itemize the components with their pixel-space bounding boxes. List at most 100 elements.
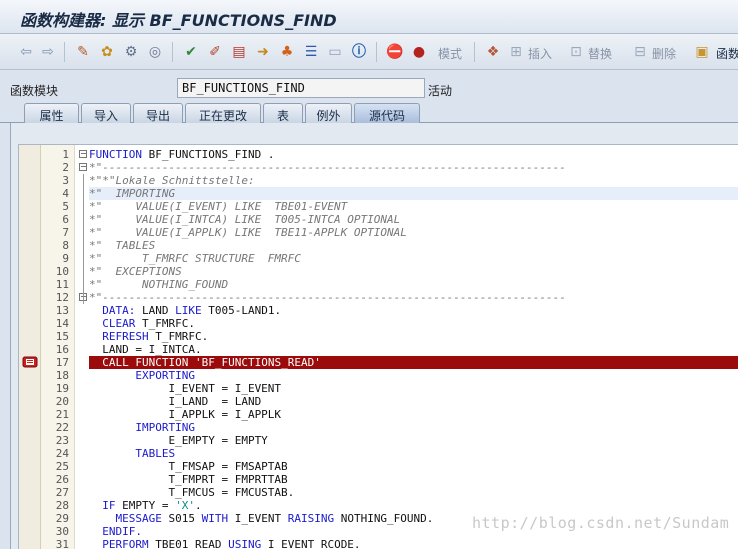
breakpoint-icon[interactable] bbox=[22, 356, 38, 368]
code-text: *"--------------------------------------… bbox=[89, 291, 566, 304]
insert-button[interactable]: 插入 bbox=[528, 45, 552, 62]
navigation-icon[interactable]: ➜ bbox=[254, 42, 272, 62]
code-text: PERFORM TBE01_READ USING I_EVENT RCODE. bbox=[102, 538, 361, 549]
code-text: ENDIF. bbox=[102, 525, 142, 538]
line-number: 27 bbox=[55, 486, 69, 499]
function-module-field[interactable]: BF_FUNCTIONS_FIND bbox=[177, 78, 425, 98]
test-icon[interactable]: ✔ bbox=[182, 42, 200, 62]
tab-tables[interactable]: 表 bbox=[263, 103, 303, 123]
toggle-display-change-icon[interactable]: ✎ bbox=[74, 42, 92, 62]
code-line[interactable]: 11 *" NOTHING_FOUND bbox=[19, 278, 738, 291]
function-button[interactable]: 函数 bbox=[716, 45, 738, 62]
delete-icon[interactable]: ⊟ bbox=[632, 42, 648, 62]
code-text: LAND = I_INTCA. bbox=[89, 343, 202, 356]
code-text: TABLES bbox=[135, 447, 176, 460]
code-text: *" VALUE(I_APPLK) LIKE TBE11-APPLK OPTIO… bbox=[89, 226, 407, 239]
code-line[interactable]: 20 I_LAND = LAND bbox=[19, 395, 738, 408]
tab-source-code[interactable]: 源代码 bbox=[354, 103, 420, 123]
forward-arrow-icon[interactable]: ⇨ bbox=[40, 42, 56, 62]
tab-attributes[interactable]: 属性 bbox=[24, 103, 79, 123]
code-line[interactable]: 1 FUNCTION BF_FUNCTIONS_FIND . bbox=[19, 148, 738, 161]
code-editor[interactable]: 1 FUNCTION BF_FUNCTIONS_FIND . 2 *"--------… bbox=[18, 144, 738, 549]
line-number: 16 bbox=[55, 343, 69, 356]
code-line[interactable]: 28 IF EMPTY = 'X'. bbox=[19, 499, 738, 512]
replace-button[interactable]: 替换 bbox=[588, 45, 612, 62]
code-text: *"--------------------------------------… bbox=[89, 161, 566, 174]
code-line[interactable]: 23 E_EMPTY = EMPTY bbox=[19, 434, 738, 447]
other-object-icon[interactable]: ✿ bbox=[98, 42, 116, 62]
stop-icon[interactable]: ● bbox=[410, 42, 428, 62]
pretty-printer-icon[interactable]: ☰ bbox=[302, 42, 320, 62]
code-line[interactable]: 13 DATA: LAND LIKE T005-LAND1. bbox=[19, 304, 738, 317]
delete-button[interactable]: 删除 bbox=[652, 45, 676, 62]
mode-button[interactable]: 模式 bbox=[438, 45, 462, 62]
function-module-label: 函数模块 bbox=[10, 84, 59, 98]
code-line[interactable]: 22 IMPORTING bbox=[19, 421, 738, 434]
insert-icon[interactable]: ⊞ bbox=[508, 42, 524, 62]
code-line[interactable]: 3 *"*"Lokale Schnittstelle: bbox=[19, 174, 738, 187]
tab-changing[interactable]: 正在更改 bbox=[185, 103, 261, 123]
line-number: 20 bbox=[55, 395, 69, 408]
replace-icon[interactable]: ⊡ bbox=[568, 42, 584, 62]
line-number: 13 bbox=[55, 304, 69, 317]
activate-icon[interactable]: ◎ bbox=[146, 42, 164, 62]
where-used-icon[interactable]: ✐ bbox=[206, 42, 224, 62]
code-line[interactable]: 26 T_FMPRT = FMPRTTAB bbox=[19, 473, 738, 486]
app-window: 函数构建器: 显示 BF_FUNCTIONS_FIND ⇦ ⇨ ✎ ✿ ⚙ ◎ … bbox=[0, 0, 738, 549]
line-number: 23 bbox=[55, 434, 69, 447]
code-line[interactable]: 10 *" EXCEPTIONS bbox=[19, 265, 738, 278]
code-text: T_FMSAP = FMSAPTAB bbox=[89, 460, 288, 473]
code-line[interactable]: 27 T_FMCUS = FMCUSTAB. bbox=[19, 486, 738, 499]
code-line[interactable]: 24 TABLES bbox=[19, 447, 738, 460]
code-line[interactable]: 9 *" T_FMRFC STRUCTURE FMRFC bbox=[19, 252, 738, 265]
code-text: *"*"Lokale Schnittstelle: bbox=[89, 174, 255, 187]
code-line[interactable]: 2 *"-------------------------------------… bbox=[19, 161, 738, 174]
code-text: I_APPLK = I_APPLK bbox=[89, 408, 282, 421]
code-line[interactable]: 7 *" VALUE(I_APPLK) LIKE TBE11-APPLK OPTI… bbox=[19, 226, 738, 239]
code-text: *" EXCEPTIONS bbox=[89, 265, 182, 278]
code-text: EXPORTING bbox=[135, 369, 195, 382]
tab-exceptions[interactable]: 例外 bbox=[305, 103, 352, 123]
code-line[interactable]: 12 *"------------------------------------… bbox=[19, 291, 738, 304]
code-line[interactable]: 16 LAND = I_INTCA. bbox=[19, 343, 738, 356]
code-line[interactable]: 14 CLEAR T_FMRFC. bbox=[19, 317, 738, 330]
code-line[interactable]: 17 CALL FUNCTION 'BF_FUNCTIONS_READ' bbox=[19, 356, 738, 369]
line-number: 9 bbox=[62, 252, 69, 265]
code-line[interactable]: 18 EXPORTING bbox=[19, 369, 738, 382]
line-number: 29 bbox=[55, 512, 69, 525]
line-number: 3 bbox=[62, 174, 69, 187]
code-text: IMPORTING bbox=[135, 421, 195, 434]
line-number: 24 bbox=[55, 447, 69, 460]
title-bar: 函数构建器: 显示 BF_FUNCTIONS_FIND bbox=[0, 0, 738, 34]
tab-export[interactable]: 导出 bbox=[133, 103, 183, 123]
code-text: *" VALUE(I_INTCA) LIKE T005-INTCA OPTION… bbox=[89, 213, 401, 226]
function-module-row: 函数模块 BF_FUNCTIONS_FIND 活动 bbox=[0, 76, 738, 100]
application-toolbar: ⇦ ⇨ ✎ ✿ ⚙ ◎ ✔ ✐ ▤ ➜ ♣ ☰ ▭ ⓘ ⛔ ● 模式 ❖ ⊞ 插… bbox=[0, 34, 738, 70]
info-icon[interactable]: ⓘ bbox=[350, 42, 368, 62]
function-icon[interactable]: ▣ bbox=[694, 42, 710, 62]
fold-toggle-icon[interactable]: − bbox=[79, 150, 87, 158]
code-line[interactable]: 19 I_EVENT = I_EVENT bbox=[19, 382, 738, 395]
code-line[interactable]: 31 PERFORM TBE01_READ USING I_EVENT RCOD… bbox=[19, 538, 738, 549]
hierarchy-icon[interactable]: ♣ bbox=[278, 42, 296, 62]
code-line[interactable]: 4 *" IMPORTING bbox=[19, 187, 738, 200]
line-number: 10 bbox=[55, 265, 69, 278]
layout-icon[interactable]: ▭ bbox=[326, 42, 344, 62]
tab-import[interactable]: 导入 bbox=[81, 103, 131, 123]
pattern-icon[interactable]: ❖ bbox=[484, 42, 502, 62]
code-line[interactable]: 8 *" TABLES bbox=[19, 239, 738, 252]
code-line[interactable]: 6 *" VALUE(I_INTCA) LIKE T005-INTCA OPTIO… bbox=[19, 213, 738, 226]
code-text: REFRESH T_FMRFC. bbox=[102, 330, 209, 343]
display-object-list-icon[interactable]: ▤ bbox=[230, 42, 248, 62]
back-arrow-icon[interactable]: ⇦ bbox=[18, 42, 34, 62]
code-line[interactable]: 21 I_APPLK = I_APPLK bbox=[19, 408, 738, 421]
breakpoint-icon[interactable]: ⛔ bbox=[386, 42, 404, 62]
code-text: T_FMPRT = FMPRTTAB bbox=[89, 473, 288, 486]
code-line[interactable]: 15 REFRESH T_FMRFC. bbox=[19, 330, 738, 343]
check-icon[interactable]: ⚙ bbox=[122, 42, 140, 62]
line-number: 12 bbox=[55, 291, 69, 304]
fold-toggle-icon[interactable]: − bbox=[79, 163, 87, 171]
code-line[interactable]: 25 T_FMSAP = FMSAPTAB bbox=[19, 460, 738, 473]
code-line[interactable]: 5 *" VALUE(I_EVENT) LIKE TBE01-EVENT bbox=[19, 200, 738, 213]
line-number: 22 bbox=[55, 421, 69, 434]
